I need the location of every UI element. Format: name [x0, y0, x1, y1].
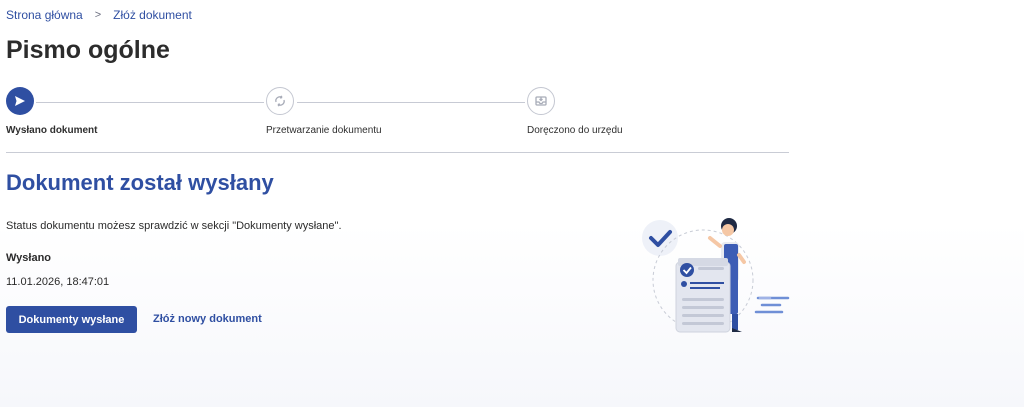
- breadcrumb: Strona główna > Złóż dokument: [6, 8, 192, 22]
- step-2-refresh-icon: [266, 87, 294, 115]
- progress-stepper: Wysłano dokument Przetwarzanie dokumentu…: [6, 87, 788, 147]
- confirmation-heading: Dokument został wysłany: [6, 170, 274, 195]
- breadcrumb-home-link[interactable]: Strona główna: [6, 8, 83, 22]
- breadcrumb-current-link[interactable]: Złóż dokument: [113, 8, 192, 22]
- step-connector: [36, 102, 264, 103]
- document-sent-illustration: [642, 218, 790, 333]
- status-description: Status dokumentu możesz sprawdzić w sekc…: [6, 220, 342, 232]
- step-connector: [297, 102, 525, 103]
- step-2-label: Przetwarzanie dokumentu: [266, 125, 382, 136]
- section-divider: [6, 152, 789, 153]
- step-1-send-icon: [6, 87, 34, 115]
- sent-documents-button[interactable]: Dokumenty wysłane: [6, 306, 137, 333]
- step-1-label: Wysłano dokument: [6, 125, 98, 136]
- sent-label: Wysłano: [6, 252, 52, 264]
- breadcrumb-separator: >: [94, 9, 102, 21]
- new-document-link[interactable]: Złóż nowy dokument: [153, 313, 262, 325]
- page-title: Pismo ogólne: [6, 36, 170, 64]
- step-3-inbox-icon: [527, 87, 555, 115]
- sent-timestamp: 11.01.2026, 18:47:01: [6, 276, 110, 288]
- step-3-label: Doręczono do urzędu: [527, 125, 623, 136]
